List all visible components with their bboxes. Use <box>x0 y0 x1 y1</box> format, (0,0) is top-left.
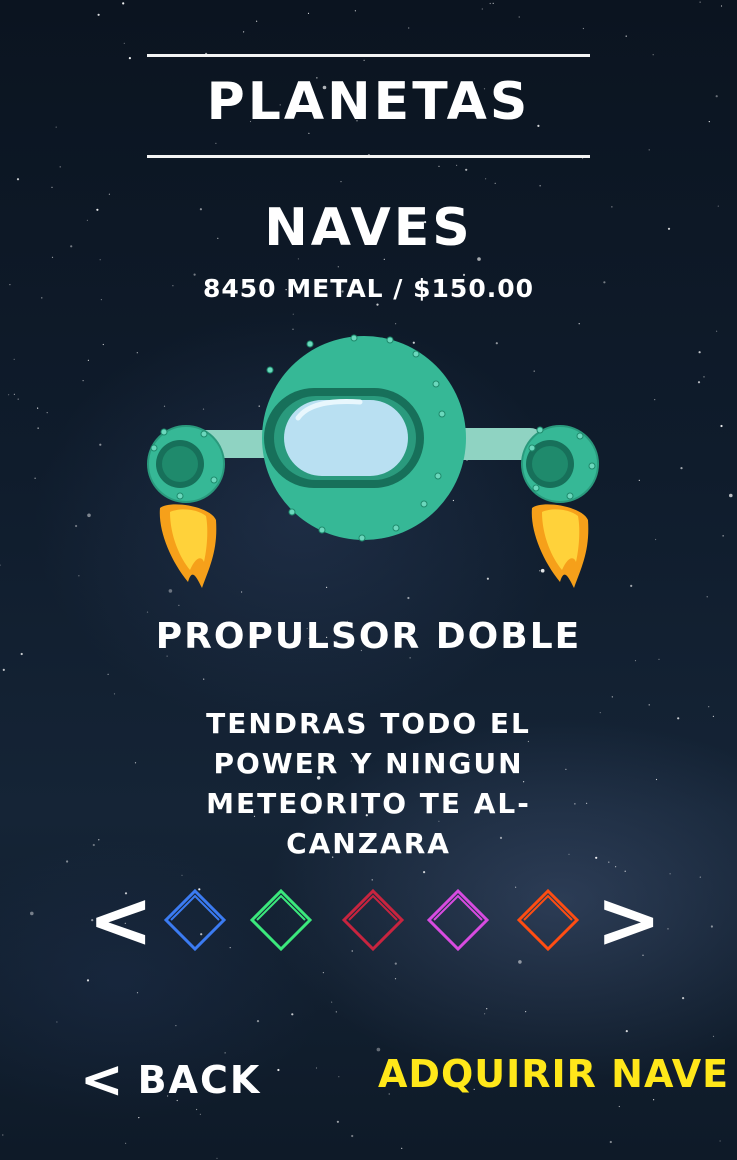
color-swatch-blue[interactable] <box>163 888 227 952</box>
back-label: BACK <box>137 1058 262 1102</box>
next-arrow-button[interactable]: > <box>596 882 661 960</box>
header-bottom-rule <box>147 155 590 158</box>
spaceship-icon <box>147 334 599 588</box>
product-description: TENDRAS TODO EL POWER Y NINGUN METEORITO… <box>206 707 531 860</box>
section-title: NAVES <box>264 198 473 258</box>
right-flame-icon <box>531 504 589 588</box>
header-top-rule <box>147 54 590 57</box>
price-label: 8450 METAL / $150.00 <box>202 274 535 303</box>
page-title: PLANETAS <box>206 72 531 132</box>
color-swatch-orange[interactable] <box>516 888 580 952</box>
color-swatch-red[interactable] <box>341 888 405 952</box>
chevron-left-icon: < <box>80 1050 126 1110</box>
color-swatch-green[interactable] <box>249 888 313 952</box>
acquire-ship-button[interactable]: ADQUIRIR NAVE <box>378 1052 729 1096</box>
color-swatch-magenta[interactable] <box>426 888 490 952</box>
previous-arrow-button[interactable]: < <box>88 882 153 960</box>
product-name: PROPULSOR DOBLE <box>155 616 582 657</box>
back-button[interactable]: < BACK <box>80 1050 261 1110</box>
left-flame-icon <box>159 504 217 588</box>
